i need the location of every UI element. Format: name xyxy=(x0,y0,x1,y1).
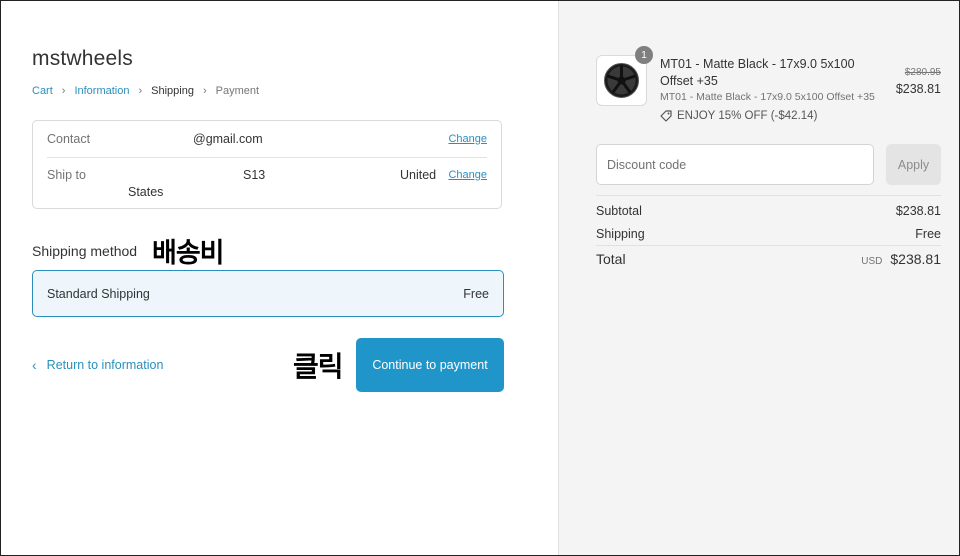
apply-discount-button[interactable]: Apply xyxy=(886,144,941,185)
shipping-row: Shipping Free xyxy=(596,227,941,241)
breadcrumb-information[interactable]: Information xyxy=(74,85,129,97)
shipping-method-title: Shipping method xyxy=(32,243,138,259)
breadcrumb-shipping: Shipping xyxy=(151,85,194,97)
subtotal-label: Subtotal xyxy=(596,204,642,218)
continue-to-payment-button[interactable]: Continue to payment xyxy=(356,338,504,392)
product-variant: MT01 - Matte Black - 17x9.0 5x100 Offset… xyxy=(660,91,875,103)
chevron-right-icon: › xyxy=(202,85,207,97)
annotation-shipping-fee: 배송비 xyxy=(152,238,225,269)
shop-name[interactable]: mstwheels xyxy=(32,47,133,71)
breadcrumb: Cart › Information › Shipping › Payment xyxy=(32,85,259,97)
contact-row: Contact @gmail.com Change xyxy=(47,132,487,156)
total-row: Total USD $238.81 xyxy=(596,251,941,267)
total-value: $238.81 xyxy=(890,251,941,267)
breadcrumb-payment: Payment xyxy=(215,85,260,97)
return-label: Return to information xyxy=(46,358,164,372)
wheel-icon xyxy=(604,63,639,98)
contact-value: @gmail.com xyxy=(193,132,263,146)
breadcrumb-cart[interactable]: Cart xyxy=(32,85,53,97)
change-shipto-link[interactable]: Change xyxy=(448,169,487,181)
price-current: $238.81 xyxy=(895,82,941,96)
checkout-window: mstwheels Cart › Information › Shipping … xyxy=(0,0,960,556)
discount-code-input[interactable] xyxy=(596,144,874,185)
product-discount: ENJOY 15% OFF (-$42.14) xyxy=(660,110,817,122)
review-divider xyxy=(47,157,487,158)
chevron-left-icon: ‹ xyxy=(32,357,37,373)
total-divider xyxy=(596,245,941,246)
total-label: Total xyxy=(596,251,626,267)
shipping-label: Shipping xyxy=(596,227,645,241)
review-box: Contact @gmail.com Change Ship to S13 Un… xyxy=(32,120,502,209)
change-contact-link[interactable]: Change xyxy=(448,133,487,145)
shipto-address-part: S13 xyxy=(243,168,266,182)
product-title: MT01 - Matte Black - 17x9.0 5x100 Offset… xyxy=(660,57,855,88)
subtotal-value: $238.81 xyxy=(895,204,941,218)
return-to-information-link[interactable]: ‹ Return to information xyxy=(32,357,163,373)
price-original: $280.95 xyxy=(904,67,941,78)
contact-label: Contact xyxy=(47,132,91,146)
checkout-main: mstwheels Cart › Information › Shipping … xyxy=(1,1,558,555)
summary-divider xyxy=(596,195,941,196)
shipto-row: Ship to S13 United States Change xyxy=(47,168,487,202)
tag-icon xyxy=(660,110,672,122)
shipto-country-part: United xyxy=(400,168,437,182)
chevron-right-icon: › xyxy=(138,85,143,97)
annotation-click: 클릭 xyxy=(293,350,344,383)
total-amount: USD $238.81 xyxy=(861,251,941,267)
shipping-option-label: Standard Shipping xyxy=(47,287,150,301)
quantity-badge: 1 xyxy=(635,46,653,64)
subtotal-row: Subtotal $238.81 xyxy=(596,204,941,218)
discount-note: ENJOY 15% OFF (-$42.14) xyxy=(677,110,818,122)
shipto-country-wrap: States xyxy=(128,185,164,199)
order-summary: 1 MT01 - Matte Black - 17x9.0 5x100 Offs… xyxy=(558,1,959,555)
shipping-value: Free xyxy=(915,227,941,241)
shipto-label: Ship to xyxy=(47,168,86,182)
shipping-option-price: Free xyxy=(463,287,489,301)
chevron-right-icon: › xyxy=(61,85,66,97)
shipping-option-standard[interactable]: Standard Shipping Free xyxy=(32,270,504,317)
total-currency: USD xyxy=(861,256,883,267)
